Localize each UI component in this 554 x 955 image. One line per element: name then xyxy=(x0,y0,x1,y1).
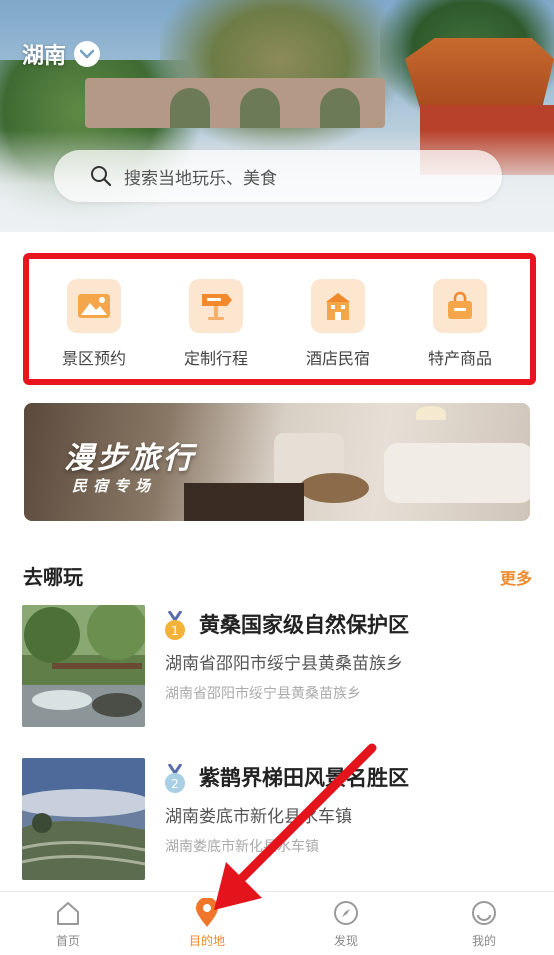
promo-banner-homestay[interactable]: 漫步旅行 民宿专场 xyxy=(24,403,530,521)
rank-medal-icon: 2 xyxy=(164,763,186,794)
compass-icon xyxy=(331,898,361,928)
category-label: 定制行程 xyxy=(183,349,248,368)
category-hotel[interactable]: 酒店民宿 xyxy=(283,279,393,369)
nav-discover[interactable]: 发现 xyxy=(306,898,386,949)
hero-banner: 湖南 搜索当地玩乐、美食 xyxy=(0,0,554,232)
banner-bench xyxy=(184,483,304,521)
shopping-bag-icon xyxy=(433,279,487,333)
rank-medal-icon: 1 xyxy=(164,610,186,641)
place-sub-address: 湖南娄底市新化县水车镇 xyxy=(165,839,319,855)
bridge-arch xyxy=(320,88,360,128)
category-custom-trip[interactable]: 定制行程 xyxy=(161,279,271,369)
banner-subtitle: 民宿专场 xyxy=(72,477,157,495)
section-title: 去哪玩 xyxy=(23,565,83,589)
place-sub-address: 湖南省邵阳市绥宁县黄桑苗族乡 xyxy=(165,686,361,702)
signpost-icon xyxy=(189,279,243,333)
hotel-building-icon xyxy=(311,279,365,333)
home-icon xyxy=(53,898,83,928)
chevron-down-icon xyxy=(74,41,101,67)
location-label: 湖南 xyxy=(22,44,67,69)
nav-home[interactable]: 首页 xyxy=(28,898,108,949)
scenery-temple-roof xyxy=(405,38,554,108)
location-selector[interactable]: 湖南 xyxy=(22,38,101,70)
category-label: 酒店民宿 xyxy=(305,349,370,368)
more-link[interactable]: 更多 xyxy=(500,565,532,589)
nav-label: 发现 xyxy=(333,934,358,948)
search-placeholder: 搜索当地玩乐、美食 xyxy=(124,168,277,189)
category-label: 景区预约 xyxy=(61,349,126,368)
nav-label: 首页 xyxy=(55,934,80,948)
mountain-ticket-icon xyxy=(67,279,121,333)
place-card[interactable]: 1 黄桑国家级自然保护区 湖南省邵阳市绥宁县黄桑苗族乡 湖南省邵阳市绥宁县黄桑苗… xyxy=(22,605,542,729)
place-card[interactable]: 2 紫鹊界梯田风景名胜区 湖南娄底市新化县水车镇 湖南娄底市新化县水车镇 xyxy=(22,758,542,882)
nav-label: 我的 xyxy=(471,934,496,948)
banner-title: 漫步旅行 xyxy=(64,441,196,476)
nav-destination[interactable]: 目的地 xyxy=(167,898,247,949)
banner-table xyxy=(299,473,369,503)
profile-icon xyxy=(469,898,499,928)
place-address: 湖南省邵阳市绥宁县黄桑苗族乡 xyxy=(165,654,403,674)
category-scenic-booking[interactable]: 景区预约 xyxy=(39,279,149,369)
rank-number: 1 xyxy=(171,624,179,638)
banner-sofa xyxy=(384,443,530,503)
rank-number: 2 xyxy=(171,777,179,791)
place-name: 黄桑国家级自然保护区 xyxy=(199,613,409,637)
banner-lamp xyxy=(416,406,446,420)
place-thumbnail xyxy=(22,605,145,727)
category-grid-highlighted: 景区预约 定制行程 酒店民宿 特产商品 xyxy=(23,253,536,385)
place-name: 紫鹊界梯田风景名胜区 xyxy=(199,766,409,790)
category-label: 特产商品 xyxy=(427,349,492,368)
place-address: 湖南娄底市新化县水车镇 xyxy=(165,807,352,827)
place-thumbnail xyxy=(22,758,145,880)
bridge-arch xyxy=(170,88,210,128)
nav-label: 目的地 xyxy=(188,934,225,948)
bridge-arch xyxy=(240,88,280,128)
category-specialty-goods[interactable]: 特产商品 xyxy=(405,279,515,369)
nav-profile[interactable]: 我的 xyxy=(444,898,524,949)
location-pin-icon xyxy=(192,898,222,928)
search-icon xyxy=(90,165,112,187)
bottom-nav: 首页 目的地 发现 我的 xyxy=(0,891,554,955)
search-bar[interactable]: 搜索当地玩乐、美食 xyxy=(54,150,502,202)
